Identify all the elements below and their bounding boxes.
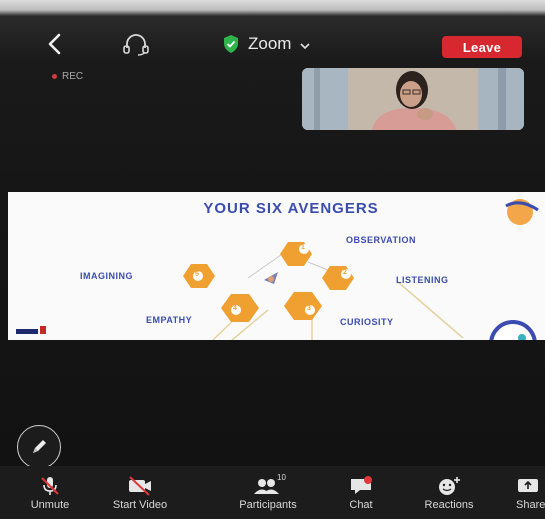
- chevron-down-icon: [300, 42, 311, 49]
- chat-bubble-icon: [351, 475, 372, 494]
- start-video-label: Start Video: [112, 498, 168, 511]
- share-label: Share: [516, 498, 545, 511]
- reactions-label: Reactions: [424, 498, 474, 511]
- unmute-button[interactable]: Unmute: [22, 466, 78, 519]
- share-screen-icon: [518, 478, 538, 492]
- annotate-button[interactable]: [17, 425, 61, 469]
- bottom-toolbar: Unmute Start Video 10 Participants Chat …: [0, 466, 545, 519]
- center-rocket-icon: [264, 272, 278, 284]
- zoom-mobile-meeting: Zoom Leave REC YOUR SIX AVENGERS OBSERVA…: [0, 0, 545, 519]
- reactions-button[interactable]: Reactions: [414, 466, 484, 519]
- brand-logo: [16, 326, 46, 334]
- participants-button[interactable]: 10 Participants: [224, 466, 312, 519]
- chevron-left-icon: [48, 33, 61, 55]
- hexagon-1: [280, 242, 312, 266]
- label-imagining: IMAGINING: [80, 271, 133, 281]
- participant-video-frame: [302, 68, 524, 130]
- microphone-muted-icon: [41, 476, 59, 495]
- hexagon-4: [221, 294, 259, 322]
- hex-number-2: 2: [343, 269, 348, 276]
- shared-screen: YOUR SIX AVENGERS OBSERVATION LISTENING …: [8, 192, 545, 340]
- label-observation: OBSERVATION: [346, 235, 417, 245]
- hex-number-3: 3: [307, 305, 312, 312]
- corner-logo-mark: [505, 199, 539, 225]
- meeting-info-button[interactable]: Zoom: [222, 31, 311, 57]
- top-bar: Zoom Leave: [0, 18, 545, 70]
- shield-check-icon: [224, 35, 238, 53]
- participants-icon-wrap: 10: [251, 472, 286, 497]
- back-button[interactable]: [44, 32, 66, 56]
- label-empathy: EMPATHY: [146, 315, 193, 325]
- slide-title: YOUR SIX AVENGERS: [203, 200, 379, 217]
- hex-number-4: 4: [233, 305, 238, 312]
- hexagon-3: [284, 292, 322, 320]
- unmute-label: Unmute: [30, 498, 70, 511]
- participants-count: 10: [277, 472, 286, 482]
- label-curiosity: CURIOSITY: [340, 317, 394, 327]
- start-video-button[interactable]: Start Video: [102, 466, 178, 519]
- headset-icon: [123, 34, 149, 56]
- chat-button[interactable]: Chat: [338, 466, 384, 519]
- meeting-title: Zoom: [248, 34, 292, 53]
- label-listening: LISTENING: [396, 275, 449, 285]
- bottom-right-badge: [489, 320, 537, 340]
- chat-label: Chat: [349, 498, 373, 511]
- hex-number-5: 5: [195, 271, 200, 278]
- participant-video-thumbnail[interactable]: [302, 68, 524, 130]
- record-dot-icon: [52, 74, 57, 79]
- pencil-icon: [33, 440, 46, 453]
- share-button[interactable]: Share: [516, 466, 545, 519]
- recording-indicator: REC: [52, 71, 83, 82]
- audio-button[interactable]: [118, 33, 154, 57]
- leave-button[interactable]: Leave: [442, 36, 522, 58]
- rec-label: REC: [62, 71, 84, 82]
- participants-label: Participants: [239, 498, 297, 511]
- video-camera-off-icon: [129, 475, 151, 496]
- hex-number-1: 1: [301, 244, 306, 251]
- smiley-plus-icon: [439, 476, 460, 495]
